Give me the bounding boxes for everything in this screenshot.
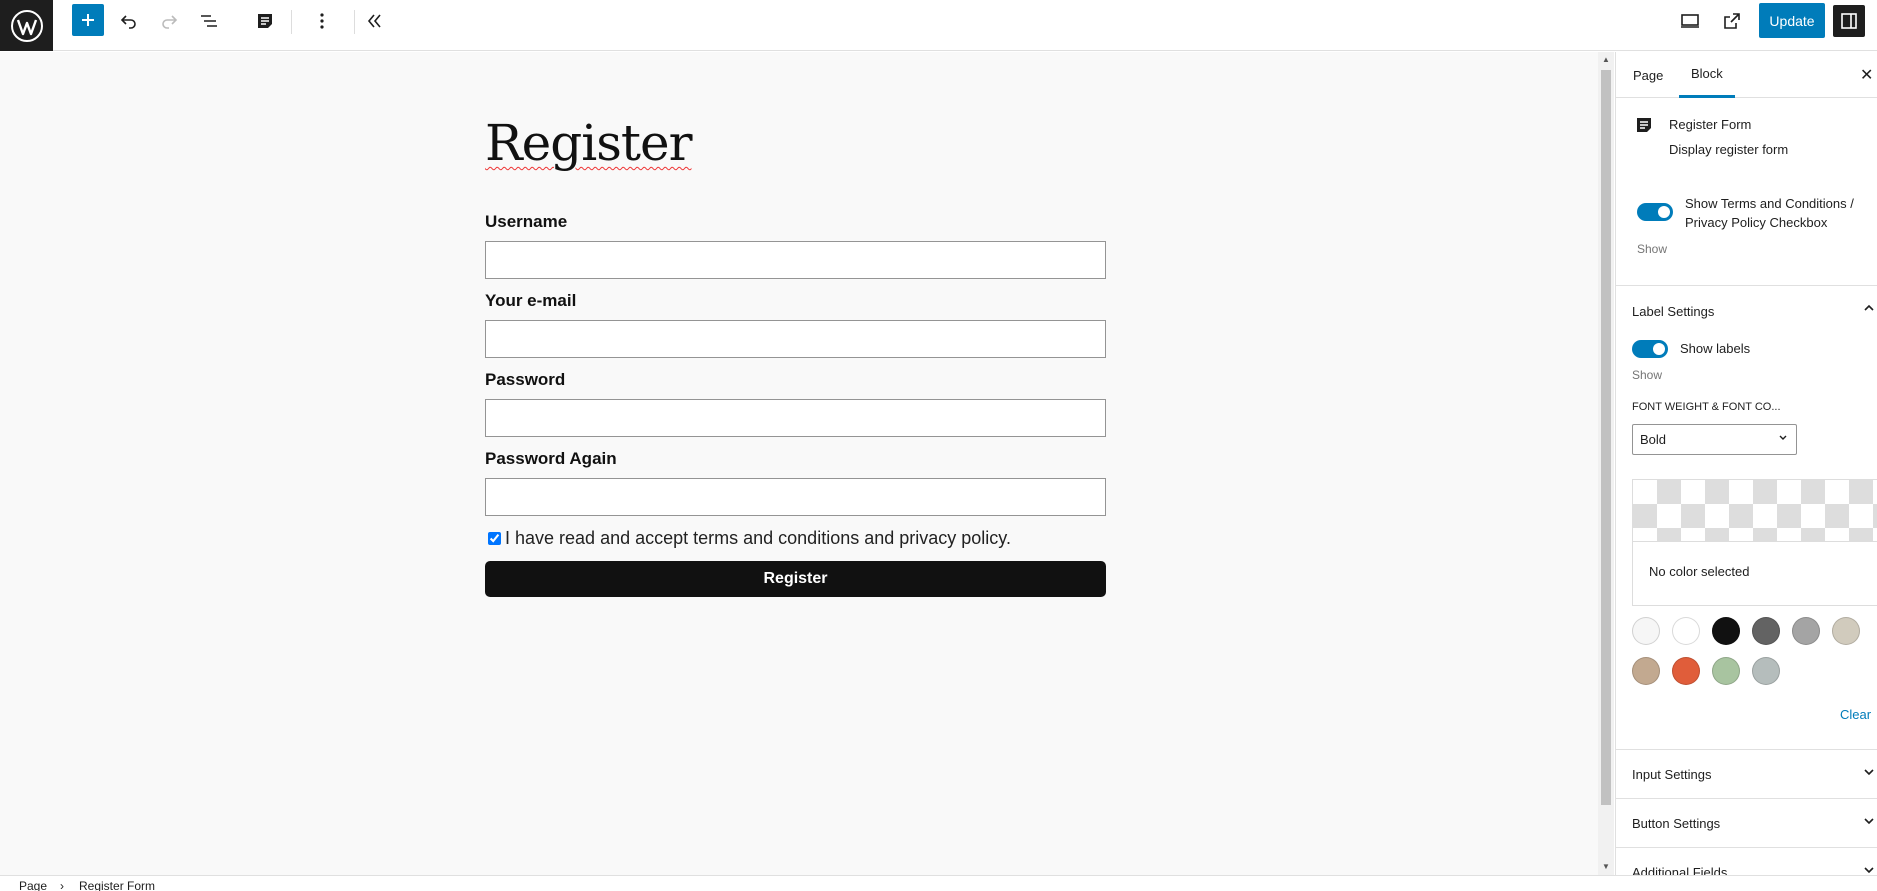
- sidebar-icon: [1841, 13, 1857, 29]
- terms-toggle-label-line2: Privacy Policy Checkbox: [1685, 215, 1828, 230]
- clear-color-button[interactable]: Clear: [1840, 707, 1871, 722]
- color-swatch[interactable]: [1712, 657, 1740, 685]
- scroll-thumb[interactable]: [1601, 70, 1611, 805]
- breadcrumb: Page › Register Form: [0, 875, 1877, 891]
- register-form-icon: [1637, 118, 1651, 132]
- breadcrumb-page[interactable]: Page: [19, 879, 47, 891]
- email-label: Your e-mail: [485, 291, 577, 310]
- show-labels-toggle[interactable]: [1632, 340, 1668, 358]
- block-toggle-button[interactable]: [249, 5, 281, 37]
- password-input[interactable]: [485, 399, 1106, 437]
- chevron-down-icon[interactable]: [1863, 864, 1875, 875]
- terms-toggle[interactable]: [1637, 203, 1673, 221]
- terms-label: I have read and accept terms and conditi…: [505, 528, 1011, 548]
- add-block-button[interactable]: [72, 4, 104, 36]
- terms-checkbox[interactable]: [488, 532, 501, 545]
- redo-icon: [162, 15, 178, 29]
- label-settings-title[interactable]: Label Settings: [1632, 304, 1714, 319]
- wordpress-logo-icon[interactable]: [0, 0, 53, 51]
- show-labels-label: Show labels: [1680, 341, 1751, 356]
- block-title: Register Form: [1669, 117, 1752, 132]
- chevron-down-icon[interactable]: [1863, 766, 1875, 781]
- transparent-checker: [1633, 480, 1877, 542]
- terms-toggle-help: Show: [1637, 242, 1668, 256]
- terms-toggle-label-line1: Show Terms and Conditions /: [1685, 196, 1854, 211]
- update-button[interactable]: Update: [1759, 3, 1825, 38]
- font-weight-select[interactable]: Bold: [1632, 424, 1797, 455]
- settings-sidebar: Page Block ✕ Register Form Display regis…: [1615, 52, 1877, 875]
- canvas-scrollbar[interactable]: ▲ ▼: [1598, 52, 1614, 875]
- color-swatch[interactable]: [1632, 657, 1660, 685]
- settings-toggle-button[interactable]: [1833, 5, 1865, 37]
- plus-icon: [82, 14, 94, 26]
- toolbar-separator: [291, 10, 292, 34]
- email-input[interactable]: [485, 320, 1106, 358]
- redo-button[interactable]: [153, 5, 185, 37]
- button-settings-title[interactable]: Button Settings: [1632, 816, 1720, 831]
- register-button[interactable]: Register: [485, 561, 1106, 597]
- more-vertical-icon: [320, 13, 324, 29]
- breadcrumb-separator: ›: [60, 879, 64, 891]
- chevron-down-icon: [1778, 433, 1788, 446]
- font-weight-value: Bold: [1640, 432, 1667, 447]
- external-link-icon: [1724, 13, 1740, 29]
- desktop-icon: [1681, 14, 1699, 28]
- close-icon[interactable]: ✕: [1860, 65, 1873, 85]
- username-label: Username: [485, 212, 568, 231]
- panel-divider: [1616, 749, 1877, 750]
- chevron-up-icon[interactable]: [1863, 302, 1875, 317]
- scroll-down-icon[interactable]: ▼: [1598, 859, 1614, 873]
- terms-toggle-label: Show Terms and Conditions / Privacy Poli…: [1685, 194, 1854, 232]
- panel-divider: [1616, 798, 1877, 799]
- tab-page[interactable]: Page: [1633, 52, 1663, 98]
- color-swatch[interactable]: [1752, 657, 1780, 685]
- terms-row: I have read and accept terms and conditi…: [488, 528, 1011, 549]
- panel-divider: [1616, 285, 1877, 286]
- editor-canvas[interactable]: Register Username Your e-mail Password P…: [0, 52, 1598, 875]
- color-swatch[interactable]: [1672, 657, 1700, 685]
- list-view-icon: [201, 15, 217, 27]
- password-label: Password: [485, 370, 566, 389]
- input-settings-title[interactable]: Input Settings: [1632, 767, 1712, 782]
- show-labels-help: Show: [1632, 368, 1663, 382]
- view-page-button[interactable]: [1716, 5, 1748, 37]
- username-input[interactable]: [485, 241, 1106, 279]
- panel-divider: [1616, 847, 1877, 848]
- color-swatch[interactable]: [1792, 617, 1820, 645]
- sidebar-tabs: Page Block ✕: [1616, 52, 1877, 98]
- document-icon: [258, 14, 272, 28]
- breadcrumb-register-form[interactable]: Register Form: [79, 879, 155, 891]
- font-weight-label: FONT WEIGHT & FONT CO...: [1632, 401, 1781, 413]
- block-description: Display register form: [1669, 142, 1789, 157]
- undo-button[interactable]: [113, 5, 145, 37]
- tab-block[interactable]: Block: [1679, 52, 1735, 98]
- collapse-button[interactable]: [359, 5, 391, 37]
- chevron-down-icon[interactable]: [1863, 815, 1875, 830]
- password-again-label: Password Again: [485, 449, 617, 468]
- undo-icon: [120, 15, 136, 29]
- color-swatch[interactable]: [1752, 617, 1780, 645]
- color-swatch[interactable]: [1632, 617, 1660, 645]
- color-preview[interactable]: No color selected: [1632, 479, 1877, 606]
- editor-toolbar: Update: [0, 0, 1877, 51]
- color-swatch[interactable]: [1712, 617, 1740, 645]
- color-swatch[interactable]: [1832, 617, 1860, 645]
- preview-button[interactable]: [1674, 5, 1706, 37]
- no-color-text: No color selected: [1649, 564, 1750, 579]
- color-swatch[interactable]: [1672, 617, 1700, 645]
- additional-fields-title[interactable]: Additional Fields: [1632, 865, 1727, 875]
- scroll-up-icon[interactable]: ▲: [1598, 52, 1614, 66]
- toolbar-separator: [354, 10, 355, 34]
- page-title[interactable]: Register: [485, 114, 692, 172]
- list-view-button[interactable]: [193, 5, 225, 37]
- chevron-double-left-icon: [367, 14, 381, 28]
- password-again-input[interactable]: [485, 478, 1106, 516]
- options-button[interactable]: [306, 5, 338, 37]
